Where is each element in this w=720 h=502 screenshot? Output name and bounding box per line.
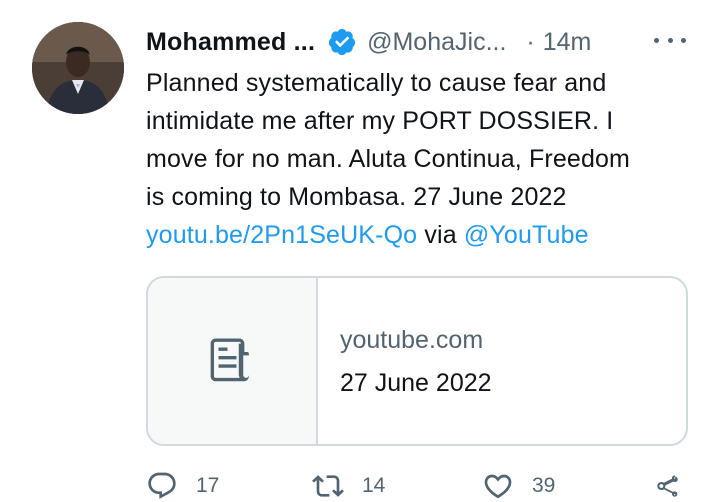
tweet-text-line-links: youtu.be/2Pn1SeUK-Qo via @YouTube — [146, 216, 706, 254]
avatar[interactable] — [32, 22, 124, 114]
like-button[interactable]: 39 — [482, 470, 555, 502]
reply-icon — [148, 472, 176, 499]
like-icon — [484, 474, 512, 499]
card-domain: youtube.com — [340, 326, 484, 354]
tweet-actions: 17 14 39 — [146, 470, 706, 502]
mention-link[interactable]: @YouTube — [464, 221, 589, 249]
tweet-text-line: intimidate me after my PORT DOSSIER. I — [146, 107, 614, 135]
document-icon — [210, 338, 249, 382]
timestamp[interactable]: 14m — [543, 28, 592, 57]
retweet-count: 14 — [362, 474, 386, 497]
retweet-button[interactable]: 14 — [312, 470, 385, 502]
card-title: 27 June 2022 — [340, 369, 492, 397]
author-name[interactable]: Mohammed ... — [146, 28, 315, 57]
card-thumbnail — [148, 278, 318, 444]
reply-button[interactable]: 17 — [146, 470, 219, 502]
tweet-text-line: move for no man. Aluta Continua, Freedom — [146, 145, 631, 173]
tweet-text-line: Planned systematically to cause fear and — [146, 69, 607, 97]
tweet-link[interactable]: youtu.be/2Pn1SeUK-Qo — [146, 221, 417, 249]
like-count: 39 — [532, 474, 556, 497]
tweet-header: Mohammed ... @MohaJic... · 14m — [146, 26, 591, 58]
author-handle[interactable]: @MohaJic... — [367, 28, 506, 57]
retweet-icon — [312, 475, 344, 497]
verified-badge-icon — [327, 27, 357, 57]
tweet[interactable]: Mohammed ... @MohaJic... · 14m Planned s… — [0, 0, 720, 502]
more-options-icon[interactable] — [654, 30, 686, 50]
via-text: via — [424, 221, 457, 249]
reply-count: 17 — [196, 474, 220, 497]
more-dot — [681, 37, 686, 43]
share-icon — [657, 475, 678, 497]
card-body: youtube.com 27 June 2022 — [318, 278, 492, 444]
share-button[interactable] — [652, 470, 684, 502]
tweet-text-line: is coming to Mombasa. 27 June 2022 — [146, 183, 567, 211]
separator-dot: · — [526, 27, 535, 56]
more-dot — [667, 37, 673, 43]
avatar-image — [32, 22, 124, 114]
more-dot — [654, 37, 659, 43]
tweet-text: Planned systematically to cause fear and… — [146, 64, 706, 254]
link-preview-card[interactable]: youtube.com 27 June 2022 — [146, 276, 688, 446]
